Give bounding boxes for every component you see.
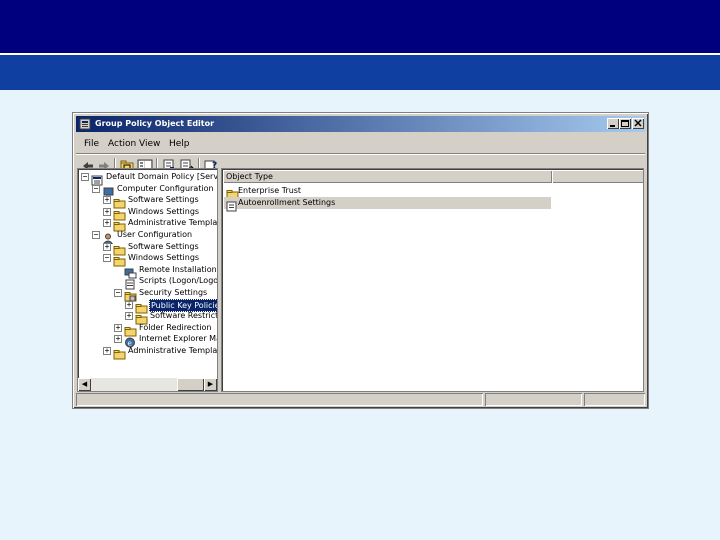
expand-icon[interactable]: + (103, 347, 111, 355)
tree-node-label: Remote Installation Ser (139, 264, 217, 274)
gpo-editor-window: Group Policy Object Editor File Action V… (72, 112, 649, 409)
title-bar[interactable]: Group Policy Object Editor (76, 116, 645, 132)
minimize-button[interactable] (607, 118, 619, 129)
expand-icon[interactable]: + (114, 335, 122, 344)
collapse-icon[interactable]: − (92, 184, 100, 193)
status-cell-tertiary (584, 393, 645, 406)
tree-node[interactable]: − Windows Settings (78, 252, 217, 267)
tree-node[interactable]: + Software Settings (78, 241, 217, 256)
window-title: Group Policy Object Editor (95, 119, 215, 128)
tree-node[interactable]: − Security Settings (78, 287, 217, 302)
expand-icon[interactable]: + (103, 196, 111, 205)
folder-icon (113, 194, 126, 209)
tree-node[interactable]: + Administrative Templates (78, 217, 218, 232)
slide-header-bar (0, 0, 720, 53)
folder-icon (135, 310, 148, 325)
list-pane[interactable]: Object Type Enterprise Trust Autoenrollme… (221, 168, 644, 392)
expand-icon[interactable]: + (125, 312, 133, 321)
maximize-icon (621, 120, 629, 127)
column-header-filler (552, 170, 643, 183)
close-button[interactable] (632, 118, 644, 129)
computer-icon (102, 183, 115, 197)
tree-node[interactable]: +eInternet Explorer Maint (78, 333, 217, 348)
tree-node[interactable]: + Administrative Templates (78, 345, 218, 360)
folder-icon (113, 206, 126, 221)
slide-band (0, 55, 720, 90)
tree-node[interactable]: Remote Installation Ser (78, 264, 217, 279)
column-header-object-type[interactable]: Object Type (223, 170, 552, 183)
minimize-icon (610, 125, 615, 127)
expand-icon[interactable]: + (114, 323, 122, 332)
expand-icon[interactable]: + (103, 242, 111, 251)
tree-node[interactable]: Scripts (Logon/Logoff) (78, 275, 218, 290)
policy-icon (91, 171, 104, 186)
status-cell-secondary (485, 393, 582, 406)
tree-node[interactable]: + Folder Redirection (78, 322, 217, 337)
tree-node-label: Software Settings (128, 195, 199, 205)
tree-node-label: Administrative Templates (128, 218, 218, 228)
menu-action[interactable]: Action (108, 138, 136, 150)
policy-editor-icon (79, 118, 91, 130)
folder-icon (124, 322, 137, 337)
security-icon (124, 287, 137, 302)
ie-icon: e (124, 333, 137, 348)
folder-icon (135, 299, 148, 314)
tree-node-label: User Configuration (117, 230, 193, 239)
status-cell-main (76, 393, 483, 406)
folder-icon (113, 217, 126, 232)
folder-icon (113, 345, 126, 360)
expand-icon[interactable]: + (103, 219, 111, 228)
tree-node-label: Security Settings (139, 288, 208, 297)
tree-node[interactable]: + Software Restriction Po (78, 310, 218, 325)
menu-help[interactable]: Help (169, 138, 190, 150)
tree-node-label: Scripts (Logon/Logoff) (139, 276, 218, 286)
collapse-icon[interactable]: − (103, 254, 111, 263)
folder-icon (113, 241, 126, 256)
tree-node[interactable]: − User Configuration (78, 229, 217, 245)
tree-horizontal-scrollbar[interactable]: ◀ ▶ (78, 378, 217, 391)
user-icon (102, 229, 115, 245)
tree-node-label: Default Domain Policy [Server-Acco (106, 172, 218, 181)
remote-install-icon (124, 264, 137, 279)
scripts-icon (124, 275, 137, 290)
menu-bar: File Action View Help (76, 135, 645, 153)
tree-node-label: Windows Settings (128, 206, 200, 216)
close-icon (634, 119, 642, 127)
maximize-button[interactable] (619, 118, 631, 129)
tree-node-label: Windows Settings (128, 253, 200, 263)
tree-node-label: Internet Explorer Maint (139, 334, 217, 344)
folder-icon (113, 252, 126, 267)
tree-node[interactable]: + Windows Settings (78, 206, 217, 221)
tree-node-label: Software Settings (128, 241, 199, 251)
tree-pane[interactable]: −Default Domain Policy [Server-Acco−Comp… (77, 168, 218, 392)
status-bar (76, 393, 645, 406)
tree-node[interactable]: − Computer Configuration (78, 183, 217, 197)
expand-icon[interactable]: + (103, 207, 111, 216)
menu-view[interactable]: View (139, 138, 160, 150)
tree-node[interactable]: + Software Settings (78, 194, 217, 209)
tree-node-label: Computer Configuration (117, 183, 214, 193)
folder-icon (226, 185, 239, 200)
list-item[interactable]: Autoenrollment Settings (224, 197, 551, 212)
tree-node-label: Software Restriction Po (150, 311, 218, 321)
collapse-icon[interactable]: − (114, 289, 122, 297)
tree-node[interactable]: − Default Domain Policy [Server-Acco (78, 171, 218, 186)
scroll-right-button[interactable]: ▶ (204, 378, 217, 391)
tree-node[interactable]: + Public Key Policies (78, 298, 217, 314)
list-item[interactable]: Enterprise Trust (224, 185, 551, 200)
scroll-left-button[interactable]: ◀ (78, 378, 91, 391)
list-item-label: Enterprise Trust (238, 186, 302, 195)
tree-node-label: Administrative Templates (128, 346, 218, 355)
collapse-icon[interactable]: − (92, 231, 100, 239)
list-item-label: Autoenrollment Settings (238, 198, 336, 207)
menu-file[interactable]: File (84, 138, 99, 150)
tree-node-label: Folder Redirection (139, 322, 212, 332)
settings-doc-icon (226, 197, 238, 212)
expand-icon[interactable]: + (125, 300, 133, 309)
collapse-icon[interactable]: − (81, 173, 89, 181)
scroll-thumb[interactable] (177, 378, 204, 391)
